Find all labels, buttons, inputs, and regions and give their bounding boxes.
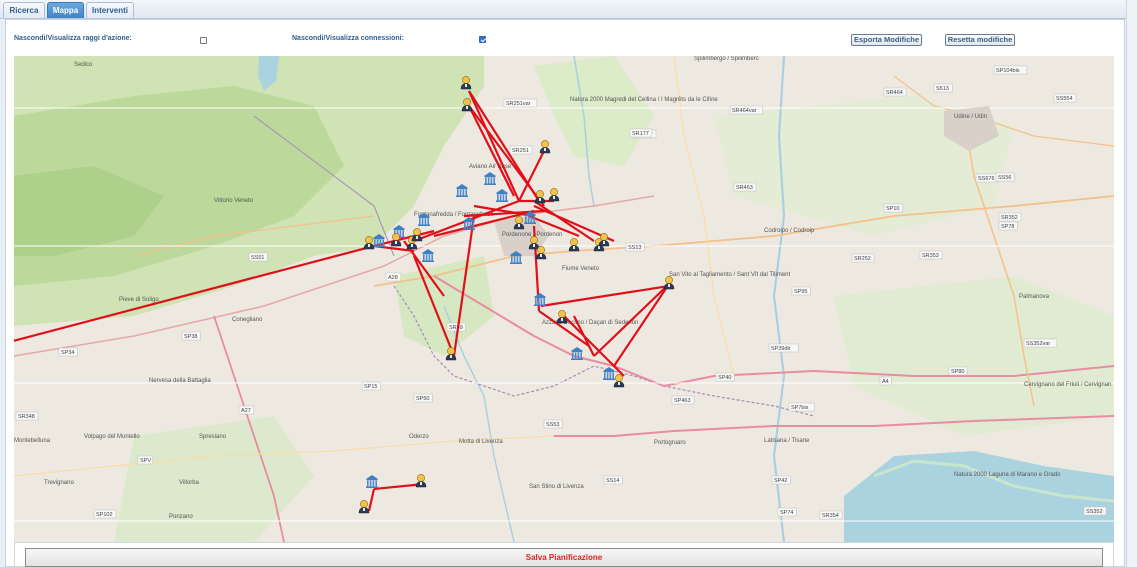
- place-label: Palmanova: [1019, 294, 1050, 300]
- toggle-connessioni-label: Nascondi/Visualizza connessioni:: [292, 35, 404, 42]
- road-label: SS352: [1086, 509, 1103, 515]
- app-window: Ricerca Mappa Interventi Nascondi/Visual…: [0, 0, 1137, 567]
- place-label: San Vito al Tagliamento / Sant Vît dal T…: [669, 272, 791, 278]
- road-label: SR59: [449, 325, 463, 331]
- road-label: SS53: [546, 422, 559, 428]
- road-label: A4: [882, 379, 889, 385]
- road-label: SP78: [1001, 224, 1014, 230]
- road-label: SP7bis: [791, 405, 809, 411]
- place-label: Vittorio Veneto: [214, 198, 254, 204]
- place-label: Ponzano: [169, 514, 193, 520]
- place-label: Codroipo / Codroip: [764, 228, 815, 234]
- road-label: SS56: [998, 175, 1011, 181]
- tab-mappa[interactable]: Mappa: [47, 2, 84, 18]
- road-label: SP39dir: [771, 346, 791, 352]
- road-label: S513: [936, 86, 949, 92]
- road-label: SR463: [736, 185, 753, 191]
- place-label: Natura 2000 Magredi del Cellina / I Magr…: [570, 97, 718, 103]
- save-button[interactable]: Salva Pianificazione: [25, 548, 1103, 567]
- road-label: SP104bis: [996, 68, 1020, 74]
- place-label: Cervignano del Friuli / Cervignan: [1024, 382, 1111, 388]
- place-label: San Stino di Livenza: [529, 484, 584, 490]
- scrollbar[interactable]: [1126, 0, 1137, 567]
- road-label: SP74: [780, 510, 793, 516]
- place-label: Natura 2000 Laguna di Marano e Grado: [954, 472, 1061, 478]
- road-label: SS13: [628, 245, 641, 251]
- road-label: SPV: [140, 458, 151, 464]
- toggle-raggi-checkbox[interactable]: [200, 37, 207, 44]
- road-label: A27: [241, 408, 251, 414]
- place-label: Portogruaro: [654, 440, 686, 446]
- place-label: Motta di Livenza: [459, 439, 503, 445]
- tab-interventi[interactable]: Interventi: [86, 2, 134, 18]
- road-label: SR353: [922, 253, 939, 259]
- place-label: Spresiano: [199, 434, 227, 440]
- road-label: SR251: [512, 148, 529, 154]
- road-label: SR348: [18, 414, 35, 420]
- road-label: SS352var: [1026, 341, 1050, 347]
- road-label: SP10: [886, 206, 899, 212]
- road-label: SP80: [951, 369, 964, 375]
- road-label: SP38: [184, 334, 197, 340]
- road-label: A28: [388, 275, 398, 281]
- map-canvas[interactable]: Sedico Spilimbergo / Spilimberc Udine / Ud…: [14, 56, 1114, 542]
- road-label: SR464: [886, 90, 903, 96]
- place-label: Villorba: [179, 480, 200, 486]
- road-label: SS554: [1056, 96, 1073, 102]
- road-label: SS51: [251, 255, 264, 261]
- place-label: Spilimbergo / Spilimberc: [694, 56, 759, 62]
- place-label: Fiume Veneto: [562, 266, 600, 272]
- place-label: Udine / Udin: [954, 114, 987, 120]
- road-label: SP42: [774, 478, 787, 484]
- reset-button[interactable]: Resetta modifiche: [945, 34, 1015, 46]
- road-label: SR352: [1001, 215, 1018, 221]
- place-label: Latisana / Tisane: [764, 438, 810, 444]
- toggle-raggi-label: Nascondi/Visualizza raggi d'azione:: [14, 35, 132, 42]
- place-label: Volpago del Montello: [84, 434, 140, 440]
- place-label: Oderzo: [409, 434, 429, 440]
- road-label: SR354: [822, 513, 839, 519]
- tab-bar: Ricerca Mappa Interventi: [0, 0, 1126, 19]
- road-label: SP34: [61, 350, 74, 356]
- road-label: SS14: [606, 478, 619, 484]
- place-label: Conegliano: [232, 317, 263, 323]
- road-label: SP15: [364, 384, 377, 390]
- place-label: Pieve di Soligo: [119, 297, 159, 303]
- place-label: Trevignano: [44, 480, 74, 486]
- road-label: SP95: [794, 289, 807, 295]
- road-label: SP40: [718, 375, 731, 381]
- road-label: SR252: [854, 256, 871, 262]
- toggle-connessioni-checkbox[interactable]: [479, 36, 486, 43]
- place-label: Nervesa della Battaglia: [149, 378, 211, 384]
- road-label: SR177: [632, 131, 649, 137]
- road-label: SP463: [674, 398, 691, 404]
- road-label: SS676: [978, 176, 995, 182]
- road-label: SR251var: [506, 101, 531, 107]
- road-label: SR464var: [732, 108, 757, 114]
- tab-ricerca[interactable]: Ricerca: [3, 2, 45, 18]
- place-label: Sedico: [74, 62, 93, 68]
- export-button[interactable]: Esporta Modifiche: [851, 34, 922, 46]
- road-label: SP50: [416, 396, 429, 402]
- road-label: SP102: [96, 512, 113, 518]
- map-view[interactable]: Sedico Spilimbergo / Spilimberc Udine / Ud…: [14, 56, 1114, 542]
- place-label: Montebelluna: [14, 438, 51, 444]
